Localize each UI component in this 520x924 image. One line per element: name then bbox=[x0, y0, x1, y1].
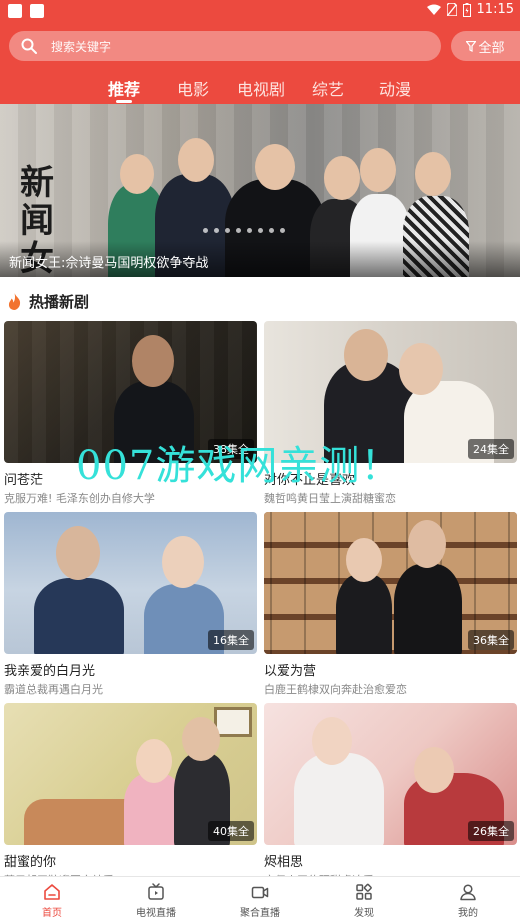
filter-all-button[interactable]: 全部 bbox=[451, 31, 520, 61]
episode-badge: 36集全 bbox=[468, 630, 514, 650]
nav-item-tv-live[interactable]: 电视直播 bbox=[116, 883, 196, 919]
episode-badge: 16集全 bbox=[208, 630, 254, 650]
carousel-dot[interactable] bbox=[203, 228, 208, 233]
no-sim-icon bbox=[446, 3, 457, 16]
drama-thumbnail: 36集全 bbox=[264, 512, 517, 654]
filter-all-label: 全部 bbox=[478, 40, 505, 56]
nav-item-aggregate-live[interactable]: 聚合直播 bbox=[220, 883, 300, 919]
search-placeholder: 搜索关键字 bbox=[51, 39, 112, 54]
drama-thumbnail: 26集全 bbox=[264, 703, 517, 845]
header: 11:15 搜索关键字 全部 推荐 电影 电视剧 综艺 动漫 bbox=[0, 0, 520, 104]
banner-figure-head bbox=[360, 148, 396, 192]
nav-label: 发现 bbox=[354, 908, 374, 919]
tab-movies[interactable]: 电影 bbox=[177, 76, 209, 100]
thumbnail-figure bbox=[294, 753, 384, 845]
nav-label: 聚合直播 bbox=[240, 908, 280, 919]
filter-icon bbox=[466, 40, 477, 52]
tab-tv-series[interactable]: 电视剧 bbox=[237, 76, 285, 100]
picture-frame bbox=[214, 707, 252, 737]
carousel-dot[interactable] bbox=[258, 228, 263, 233]
nav-label: 我的 bbox=[458, 908, 478, 919]
episode-badge: 26集全 bbox=[468, 821, 514, 841]
notification-icon bbox=[8, 4, 22, 18]
bottom-navigation: 首页 电视直播 聚合直播 发现 我的 bbox=[0, 876, 520, 924]
drama-subtitle: 霸道总裁再遇白月光 bbox=[4, 683, 103, 696]
tab-anime[interactable]: 动漫 bbox=[379, 76, 411, 100]
drama-thumbnail: 16集全 bbox=[4, 512, 257, 654]
drama-title: 甜蜜的你 bbox=[4, 855, 57, 870]
banner-figure-head bbox=[120, 154, 154, 194]
thumbnail-figure-head bbox=[346, 538, 382, 582]
clock: 11:15 bbox=[476, 2, 514, 17]
episode-badge: 24集全 bbox=[468, 439, 514, 459]
video-icon bbox=[251, 886, 269, 899]
carousel-dot[interactable] bbox=[236, 228, 241, 233]
thumbnail-figure-head bbox=[136, 739, 172, 783]
thumbnail-figure-head bbox=[312, 717, 352, 765]
thumbnail-figure-head bbox=[132, 335, 174, 387]
thumbnail-figure-head bbox=[399, 343, 443, 395]
nav-item-discover[interactable]: 发现 bbox=[324, 883, 404, 919]
carousel-dot[interactable] bbox=[247, 228, 252, 233]
section-title: 热播新剧 bbox=[29, 292, 90, 311]
drama-subtitle: 白鹿王鹤棣双向奔赴治愈爱恋 bbox=[264, 683, 407, 696]
search-input[interactable]: 搜索关键字 bbox=[9, 31, 441, 61]
drama-title: 我亲爱的白月光 bbox=[4, 664, 96, 679]
thumbnail-figure-head bbox=[414, 747, 454, 793]
nav-item-home[interactable]: 首页 bbox=[12, 883, 92, 919]
carousel-dot[interactable] bbox=[214, 228, 219, 233]
drama-thumbnail: 40集全 bbox=[4, 703, 257, 845]
nav-item-profile[interactable]: 我的 bbox=[428, 883, 508, 919]
carousel-indicators bbox=[203, 228, 285, 233]
banner-figure-head bbox=[324, 156, 360, 200]
drama-card[interactable]: 16集全 我亲爱的白月光 霸道总裁再遇白月光 bbox=[4, 512, 257, 697]
discover-icon bbox=[356, 883, 372, 900]
drama-card[interactable]: 36集全 以爱为营 白鹿王鹤棣双向奔赴治愈爱恋 bbox=[264, 512, 517, 697]
thumbnail-figure bbox=[394, 564, 462, 654]
carousel-dot[interactable] bbox=[269, 228, 274, 233]
thumbnail-figure-head bbox=[182, 717, 220, 761]
section-header: 热播新剧 bbox=[8, 290, 89, 312]
thumbnail-figure-head bbox=[162, 536, 204, 588]
battery-icon bbox=[462, 2, 471, 17]
drama-card[interactable]: 40集全 甜蜜的你 萧子朝王鞍迎国宠纯爱 bbox=[4, 703, 257, 888]
wifi-icon bbox=[426, 4, 441, 15]
fire-icon bbox=[8, 292, 21, 310]
tv-icon bbox=[148, 883, 164, 900]
thumbnail-figure bbox=[34, 578, 124, 654]
status-bar: 11:15 bbox=[0, 0, 520, 24]
notification-icon bbox=[30, 4, 44, 18]
thumbnail-figure bbox=[336, 574, 392, 654]
drama-card[interactable]: 26集全 烬相思 宋伊人王佑硕甜虐追爱 bbox=[264, 703, 517, 888]
thumbnail-figure-head bbox=[344, 329, 388, 381]
profile-icon bbox=[460, 884, 476, 901]
banner-figure-head bbox=[415, 152, 451, 196]
tab-variety[interactable]: 综艺 bbox=[312, 76, 344, 100]
drama-subtitle: 魏哲鸣黄日莹上演甜糖蜜恋 bbox=[264, 492, 396, 505]
carousel-dot[interactable] bbox=[280, 228, 285, 233]
tab-recommend[interactable]: 推荐 bbox=[108, 76, 140, 100]
thumbnail-figure-head bbox=[56, 526, 100, 580]
banner-caption: 新闻女王:佘诗曼马国明权欲争夺战 bbox=[9, 256, 209, 271]
drama-subtitle: 克服万难! 毛泽东创办自修大学 bbox=[4, 492, 155, 505]
drama-title: 以爱为营 bbox=[264, 664, 317, 679]
episode-badge: 40集全 bbox=[208, 821, 254, 841]
app-screen: 11:15 搜索关键字 全部 推荐 电影 电视剧 综艺 动漫 新闻 新闻女王:佘… bbox=[0, 0, 520, 924]
banner-figure-head bbox=[255, 144, 295, 190]
carousel-dot[interactable] bbox=[225, 228, 230, 233]
watermark-text: 007游戏网亲测！ bbox=[76, 443, 402, 489]
home-icon bbox=[44, 884, 60, 900]
tab-indicator bbox=[116, 100, 132, 103]
nav-label: 首页 bbox=[42, 908, 62, 919]
banner-figure-head bbox=[178, 138, 214, 182]
category-tabs: 推荐 电影 电视剧 综艺 动漫 bbox=[0, 72, 520, 104]
drama-title: 烬相思 bbox=[264, 855, 304, 870]
banner-carousel[interactable]: 新闻女王 新闻女王:佘诗曼马国明权欲争夺战 bbox=[0, 104, 520, 277]
thumbnail-figure-head bbox=[408, 520, 446, 568]
search-icon bbox=[21, 38, 37, 54]
nav-label: 电视直播 bbox=[136, 908, 176, 919]
